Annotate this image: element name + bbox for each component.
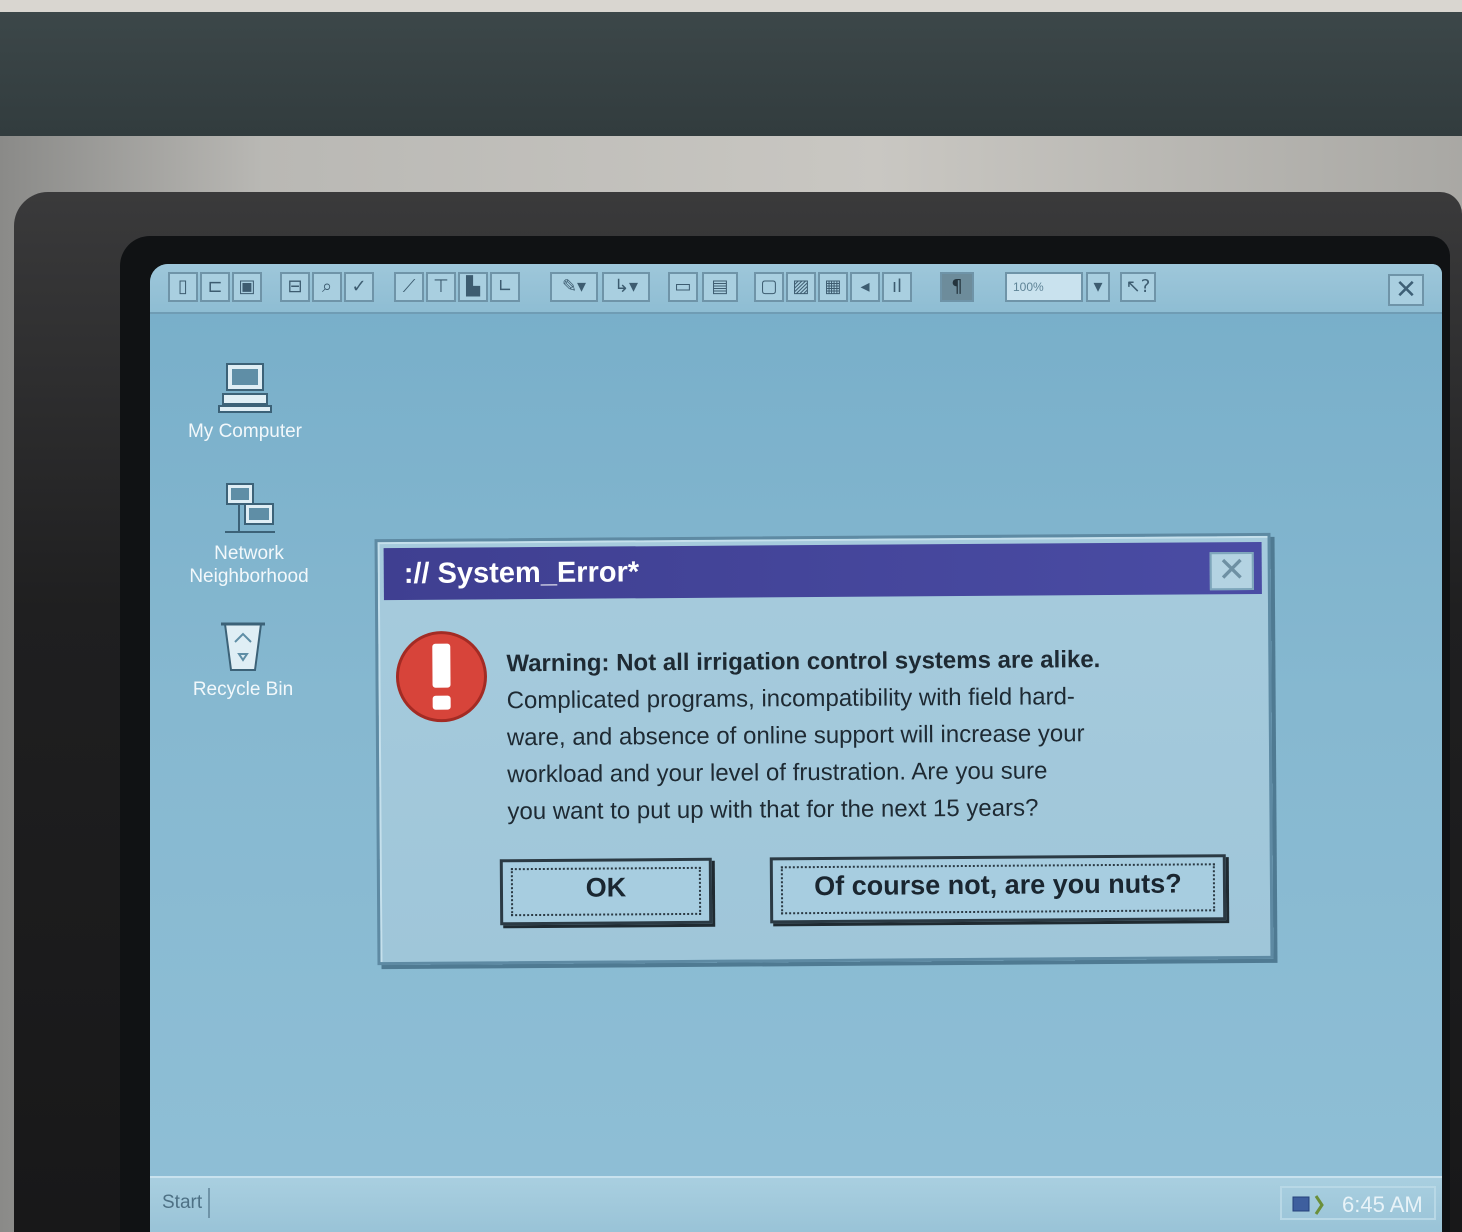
spellcheck-icon[interactable]: ✓ bbox=[344, 272, 374, 302]
recycle-bin-icon bbox=[221, 622, 265, 671]
my-computer-label: My Computer bbox=[187, 421, 303, 442]
window-close-button[interactable]: ✕ bbox=[1388, 274, 1424, 306]
toolbar: ▯ ⊏ ▣ ⊟ ⌕ ✓ ⟋ ⊤ ▙ ∟ ✎▾ ↳▾ ▭ ▤ ▢ ▨ ▦ ◂ ıl… bbox=[150, 264, 1442, 314]
network-neighborhood-label: Network Neighborhood bbox=[189, 543, 309, 587]
chart-icon[interactable]: ⟋ bbox=[394, 272, 424, 302]
decline-button-label: Of course not, are you nuts? bbox=[814, 868, 1182, 902]
sound-icon[interactable]: ◂ bbox=[850, 272, 880, 302]
grid-icon[interactable]: ▦ bbox=[818, 272, 848, 302]
message-line: you want to put up with that for the nex… bbox=[507, 794, 1039, 826]
open-folder-icon[interactable]: ⊏ bbox=[200, 272, 230, 302]
message-line: workload and your level of frustration. … bbox=[507, 757, 1048, 789]
dialog-title: :// System_Error* bbox=[403, 556, 640, 590]
recycle-bin-label: Recycle Bin bbox=[192, 679, 294, 700]
table-icon[interactable]: ∟ bbox=[490, 272, 520, 302]
paste-icon[interactable]: ▭ bbox=[668, 272, 698, 302]
arrow-icon[interactable]: ↳▾ bbox=[602, 272, 650, 302]
ok-button[interactable]: OK bbox=[499, 857, 713, 926]
system-tray: 6:45 AM bbox=[1280, 1186, 1436, 1220]
my-computer-icon bbox=[218, 363, 272, 413]
top-band bbox=[0, 0, 1462, 12]
message-line: Complicated programs, incompatibility wi… bbox=[506, 683, 1075, 715]
dialog-message: Warning: Not all irrigation control syst… bbox=[506, 640, 1247, 830]
taskbar: Start 6:45 AM bbox=[150, 1176, 1442, 1232]
dialog-close-button[interactable]: ✕ bbox=[1209, 551, 1254, 591]
zoom-input[interactable]: 100% bbox=[1005, 272, 1083, 302]
dialog-title-bar[interactable]: :// System_Error* ✕ bbox=[383, 541, 1262, 601]
network-neighborhood-icon bbox=[225, 483, 275, 533]
warning-icon bbox=[395, 631, 487, 723]
ok-button-label: OK bbox=[585, 872, 627, 903]
paragraph-icon[interactable]: ¶ bbox=[940, 272, 974, 302]
my-computer[interactable]: My Computer bbox=[170, 360, 320, 443]
print-icon[interactable]: ⊟ bbox=[280, 272, 310, 302]
recycle-bin[interactable]: Recycle Bin bbox=[168, 614, 318, 701]
layout-icon[interactable]: ▢ bbox=[754, 272, 784, 302]
insert-icon[interactable]: ⊤ bbox=[426, 272, 456, 302]
message-line: ware, and absence of online support will… bbox=[506, 720, 1085, 752]
image-icon[interactable]: ▨ bbox=[786, 272, 816, 302]
clock: 6:45 AM bbox=[1342, 1192, 1423, 1217]
pen-icon[interactable]: ✎▾ bbox=[550, 272, 598, 302]
save-icon[interactable]: ▣ bbox=[232, 272, 262, 302]
warning-headline: Warning: Not all irrigation control syst… bbox=[506, 646, 1101, 678]
system-error-dialog: :// System_Error* ✕ Warning: Not all irr… bbox=[374, 532, 1274, 966]
dropdown-icon[interactable]: ▾ bbox=[1086, 272, 1110, 302]
monitor-screen: ▯ ⊏ ▣ ⊟ ⌕ ✓ ⟋ ⊤ ▙ ∟ ✎▾ ↳▾ ▭ ▤ ▢ ▨ ▦ ◂ ıl… bbox=[120, 236, 1450, 1232]
print-preview-icon[interactable]: ⌕ bbox=[312, 272, 342, 302]
start-button[interactable]: Start bbox=[156, 1188, 211, 1218]
decline-button[interactable]: Of course not, are you nuts? bbox=[769, 854, 1227, 924]
new-doc-icon[interactable]: ▯ bbox=[168, 272, 198, 302]
desktop: ▯ ⊏ ▣ ⊟ ⌕ ✓ ⟋ ⊤ ▙ ∟ ✎▾ ↳▾ ▭ ▤ ▢ ▨ ▦ ◂ ıl… bbox=[150, 264, 1442, 1232]
header-band bbox=[0, 12, 1462, 136]
help-pointer-icon[interactable]: ↖? bbox=[1120, 272, 1156, 302]
column-chart-icon[interactable]: ıl bbox=[882, 272, 912, 302]
clipboard-icon[interactable]: ▤ bbox=[702, 272, 738, 302]
bar-chart-icon[interactable]: ▙ bbox=[458, 272, 488, 302]
tray-icons[interactable] bbox=[1292, 1194, 1332, 1216]
network-neighborhood[interactable]: Network Neighborhood bbox=[174, 482, 324, 588]
